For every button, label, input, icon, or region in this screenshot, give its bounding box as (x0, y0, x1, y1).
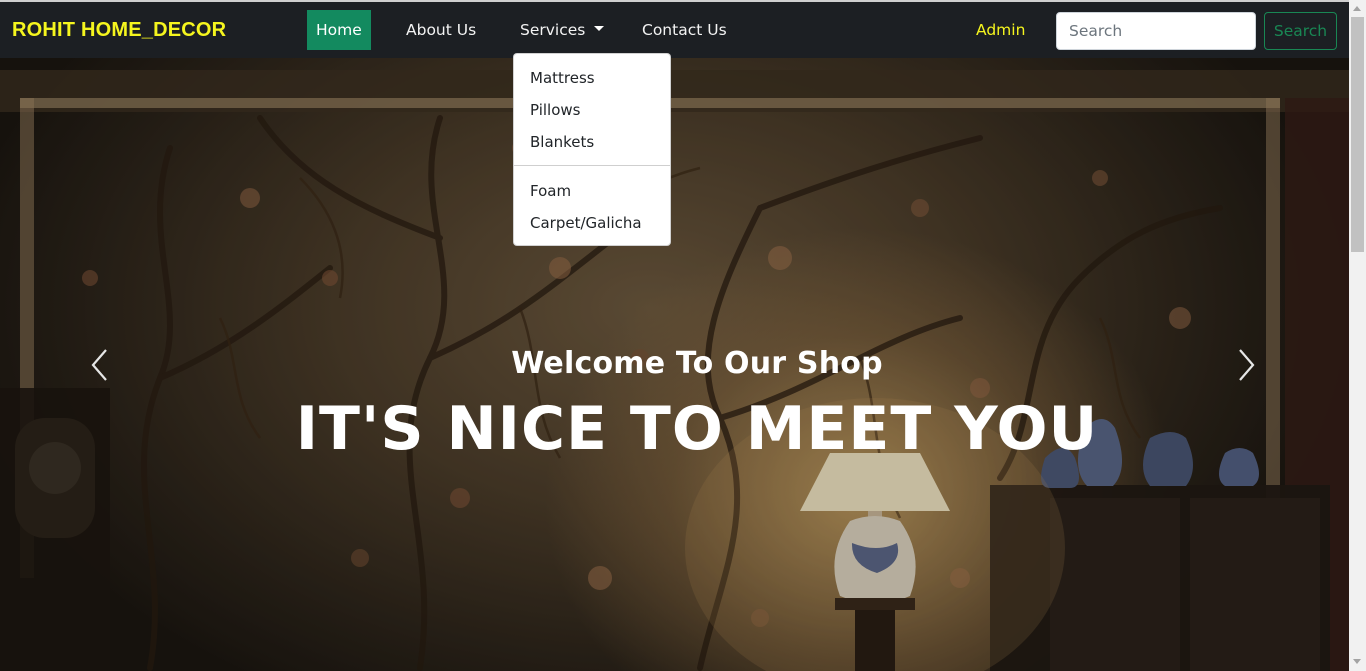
dropdown-item-foam[interactable]: Foam (514, 175, 670, 207)
hero-title: IT'S NICE TO MEET YOU (295, 394, 1099, 464)
brand-logo[interactable]: ROHIT HOME_DECOR (12, 19, 226, 42)
nav-about-us[interactable]: About Us (397, 10, 485, 50)
scroll-up-arrow-icon[interactable] (1353, 6, 1361, 11)
nav-services-dropdown-toggle[interactable]: Services (511, 10, 613, 50)
page-scrollbar[interactable] (1349, 0, 1366, 671)
caret-down-icon (594, 26, 605, 31)
hero-carousel: Welcome To Our Shop IT'S NICE TO MEET YO… (0, 58, 1349, 671)
dropdown-item-mattress[interactable]: Mattress (514, 62, 670, 94)
nav-home[interactable]: Home (307, 10, 371, 50)
services-dropdown-menu: Mattress Pillows Blankets Foam Carpet/Ga… (513, 53, 671, 246)
scrollbar-thumb[interactable] (1351, 17, 1364, 252)
search-input[interactable] (1056, 12, 1256, 50)
nav-contact-us[interactable]: Contact Us (633, 10, 736, 50)
navbar: ROHIT HOME_DECOR Home About Us Services … (0, 0, 1349, 58)
dropdown-item-pillows[interactable]: Pillows (514, 94, 670, 126)
dropdown-item-blankets[interactable]: Blankets (514, 126, 670, 158)
scroll-down-arrow-icon[interactable] (1353, 659, 1361, 664)
dropdown-item-carpet-galicha[interactable]: Carpet/Galicha (514, 207, 670, 239)
admin-link[interactable]: Admin (976, 10, 1025, 50)
dropdown-divider (514, 165, 670, 166)
hero-subtitle: Welcome To Our Shop (511, 346, 883, 381)
nav-services-label: Services (520, 21, 586, 39)
search-button[interactable]: Search (1264, 12, 1337, 50)
